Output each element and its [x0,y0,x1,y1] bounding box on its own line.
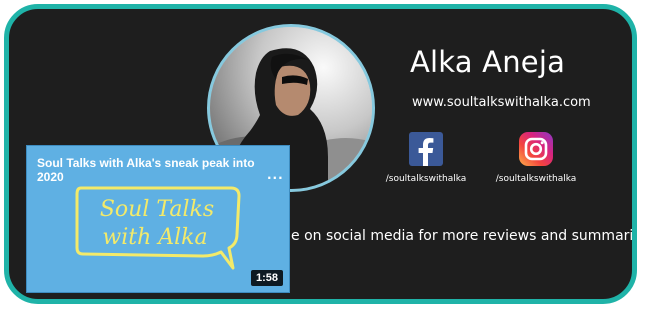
video-thumbnail[interactable]: Soul Talks with Alka's sneak peak into 2… [27,146,289,292]
facebook-icon [409,132,443,166]
facebook-link[interactable]: /soultalkswithalka [371,132,481,184]
tagline-text: e on social media for more reviews and s… [291,228,637,244]
instagram-link[interactable]: /soultalkswithalka [481,132,591,184]
video-menu-button[interactable]: ... [267,168,284,182]
thumbnail-title-line1: Soul Talks [100,197,214,222]
website-link[interactable]: www.soultalkswithalka.com [412,95,591,110]
speech-bubble-graphic: Soul Talks with Alka [75,186,241,270]
video-title[interactable]: Soul Talks with Alka's sneak peak into 2… [37,156,269,184]
video-duration-badge: 1:58 [250,270,283,286]
thumbnail-title-line2: with Alka [102,225,207,250]
instagram-icon [519,132,553,166]
facebook-handle: /soultalkswithalka [385,174,467,184]
profile-name: Alka Aneja [410,45,566,79]
instagram-handle: /soultalkswithalka [495,174,577,184]
